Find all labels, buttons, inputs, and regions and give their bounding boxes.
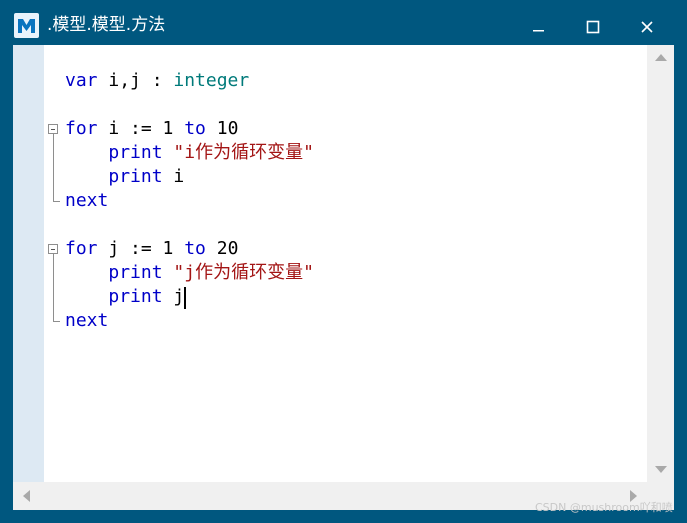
fold-end-for-j	[53, 321, 60, 322]
editor-gutter	[13, 45, 44, 482]
code-line-print-i-string: print "i作为循环变量"	[65, 141, 314, 165]
code-line-print-j-string: print "j作为循环变量"	[65, 261, 314, 285]
fold-toggle-for-i[interactable]	[48, 124, 58, 134]
watermark: CSDN @mushroom吖和喷	[535, 501, 673, 514]
code-text: i := 1	[97, 118, 185, 139]
scroll-left-arrow-icon[interactable]	[23, 490, 30, 502]
scroll-up-arrow-icon[interactable]	[655, 54, 667, 61]
code-line-for-j: for j := 1 to 20	[65, 237, 238, 261]
text-caret	[184, 287, 186, 309]
keyword: for	[65, 238, 98, 259]
keyword: to	[184, 238, 206, 259]
code-text: i,j :	[97, 70, 174, 91]
keyword: print	[108, 262, 163, 283]
minimize-icon	[533, 30, 544, 32]
code-line-print-i: print i	[65, 165, 184, 189]
scroll-down-arrow-icon[interactable]	[655, 466, 667, 473]
vertical-scrollbar[interactable]	[647, 45, 674, 482]
close-button[interactable]	[627, 12, 667, 40]
keyword: next	[65, 190, 109, 211]
keyword: next	[65, 310, 109, 331]
type-keyword: integer	[173, 70, 250, 91]
code-text: j := 1	[97, 238, 185, 259]
fold-end-for-i	[53, 201, 60, 202]
keyword: print	[108, 166, 163, 187]
code-text: 20	[205, 238, 239, 259]
keyword: print	[108, 142, 163, 163]
maximize-button[interactable]	[573, 12, 613, 40]
title-bar[interactable]: .模型.模型.方法	[0, 0, 687, 47]
minimize-button[interactable]	[519, 12, 559, 40]
code-line-next-i: next	[65, 189, 108, 213]
string-literal: "i作为循环变量"	[173, 142, 314, 163]
fold-guide-for-i	[53, 134, 54, 201]
maximize-icon	[586, 20, 600, 34]
keyword: for	[65, 118, 98, 139]
code-text: j	[162, 286, 185, 307]
keyword: to	[184, 118, 206, 139]
keyword: var	[65, 70, 98, 91]
m-logo-icon	[14, 13, 39, 38]
window-title: .模型.模型.方法	[47, 15, 166, 35]
fold-toggle-for-j[interactable]	[48, 244, 58, 254]
code-line-next-j: next	[65, 309, 108, 333]
code-line-for-i: for i := 1 to 10	[65, 117, 238, 141]
code-line-print-j: print j	[65, 285, 184, 309]
fold-guide-for-j	[53, 254, 54, 321]
close-icon	[641, 21, 653, 33]
code-line-var: var i,j : integer	[65, 69, 249, 93]
string-literal: "j作为循环变量"	[173, 262, 314, 283]
keyword: print	[108, 286, 163, 307]
code-text: 10	[205, 118, 239, 139]
code-text: i	[162, 166, 185, 187]
